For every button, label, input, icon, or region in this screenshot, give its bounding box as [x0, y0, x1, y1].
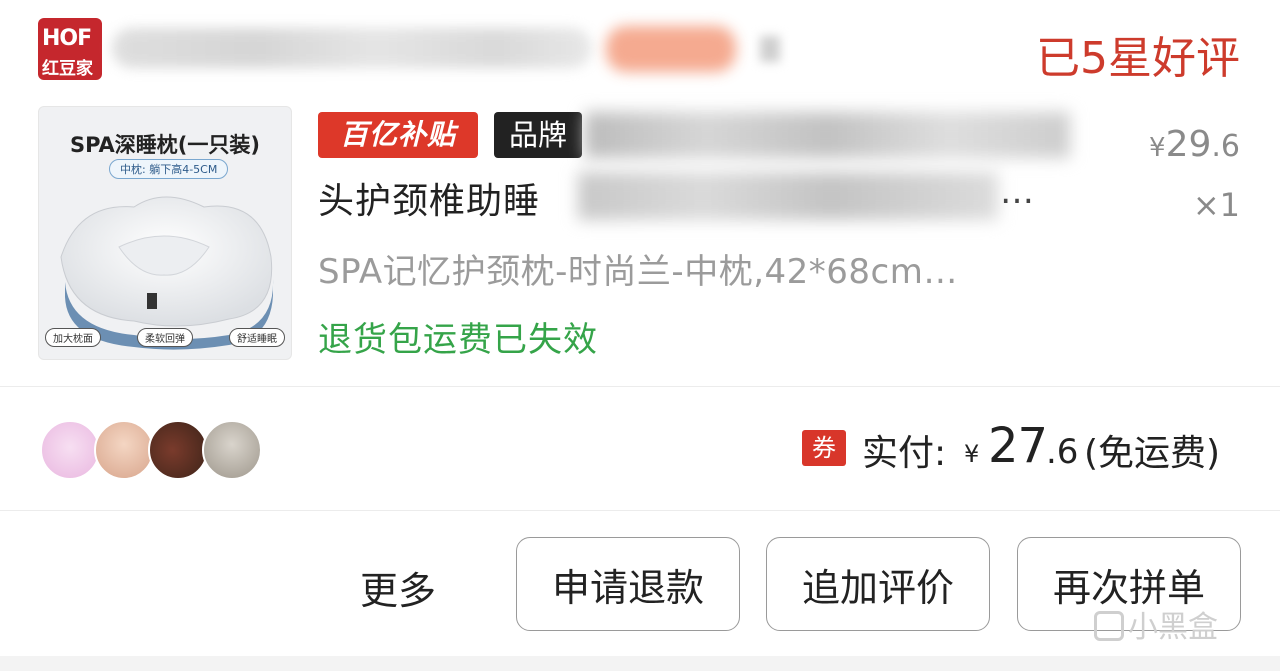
avatar — [94, 420, 154, 480]
divider — [0, 386, 1280, 387]
shop-name-blurred[interactable] — [112, 28, 592, 68]
watermark: 小黑盒 — [1094, 602, 1218, 646]
shop-logo-bottom-text: 红豆家 — [42, 59, 93, 79]
shop-logo-top-text: HOF — [42, 26, 92, 51]
avatar — [202, 420, 262, 480]
price-decimal: .6 — [1211, 129, 1240, 164]
shipping-note: (免运费) — [1084, 433, 1221, 474]
paid-label: 实付: — [862, 433, 947, 474]
thumb-tag: 柔软回弹 — [137, 328, 193, 347]
more-button[interactable]: 更多 — [360, 560, 436, 615]
xiaoheihe-logo-icon — [1094, 611, 1124, 641]
request-refund-button[interactable]: 申请退款 — [516, 537, 740, 631]
thumb-tag: 舒适睡眠 — [229, 328, 285, 347]
footer-bar — [0, 656, 1280, 671]
thumb-tag: 加大枕面 — [45, 328, 101, 347]
product-title-line2[interactable]: 头护颈椎助睡 — [318, 172, 540, 224]
shop-chevron-blurred — [760, 36, 780, 62]
price-integer: 29 — [1165, 124, 1212, 165]
paid-currency: ¥ — [964, 440, 980, 468]
shop-logo[interactable]: HOF 红豆家 — [38, 18, 102, 80]
paid-amount-decimal: .6 — [1046, 432, 1079, 472]
product-price: ¥29.6 — [1149, 124, 1240, 165]
product-title-ellipsis: … — [1000, 172, 1034, 212]
product-title-line2-blurred — [578, 172, 998, 220]
product-spec: SPA记忆护颈枕-时尚兰-中枕,42*68cm… — [318, 252, 958, 292]
product-quantity: ×1 — [1192, 186, 1240, 224]
return-shipping-note: 退货包运费已失效 — [318, 320, 598, 360]
avatar — [40, 420, 100, 480]
product-thumbnail[interactable]: SPA深睡枕(一只装) 中枕: 躺下高4-5CM 加大枕面 柔软回弹 舒适睡眠 — [38, 106, 292, 360]
shop-tag-blurred — [606, 26, 736, 72]
brand-badge: 品牌 — [494, 112, 582, 158]
product-title-line1-blurred[interactable] — [585, 112, 1070, 158]
avatar — [148, 420, 208, 480]
subsidy-badge: 百亿补贴 — [318, 112, 478, 158]
paid-amount-integer: 27 — [988, 418, 1048, 474]
watermark-text: 小黑盒 — [1128, 610, 1218, 645]
order-status: 已5星好评 — [1036, 33, 1240, 84]
add-review-button[interactable]: 追加评价 — [766, 537, 990, 631]
pillow-image — [60, 196, 274, 350]
coupon-badge: 券 — [802, 430, 846, 466]
thumb-tags: 加大枕面 柔软回弹 舒适睡眠 — [45, 328, 285, 347]
price-currency: ¥ — [1149, 133, 1166, 163]
divider — [0, 510, 1280, 511]
